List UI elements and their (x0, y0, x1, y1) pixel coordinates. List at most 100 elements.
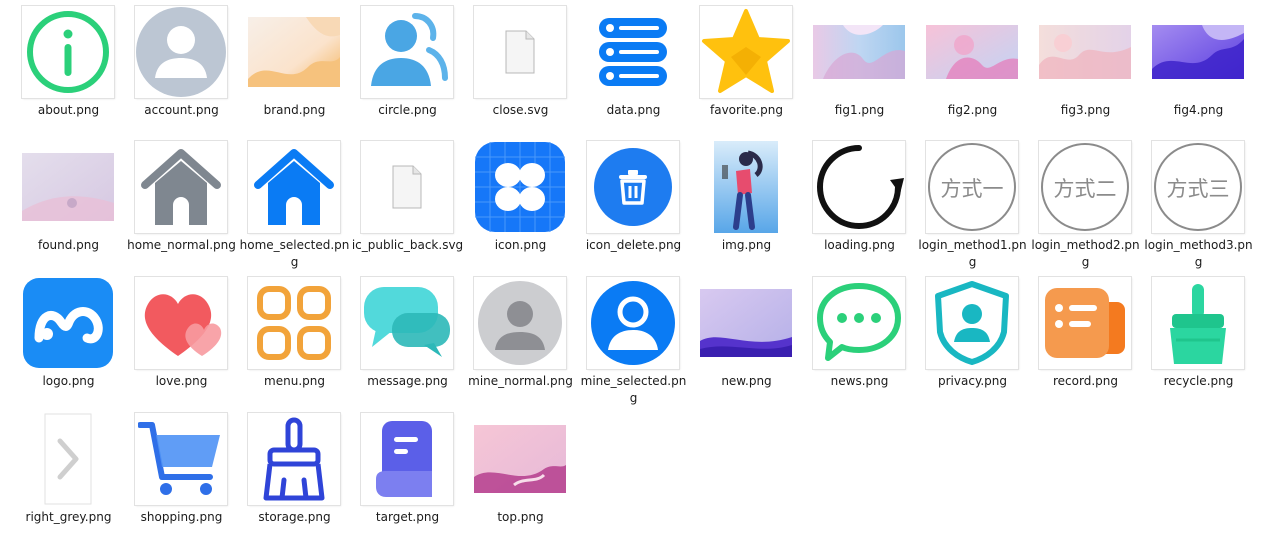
file-name: login_method1.png (918, 238, 1027, 269)
file-name: logo.png (42, 374, 95, 388)
file-name: record.png (1053, 374, 1118, 388)
login-method-icon: 方式二 (1039, 141, 1131, 233)
file-right-grey-png[interactable]: right_grey.png (12, 411, 125, 546)
file-name: fig1.png (834, 103, 885, 117)
file-icon-png[interactable]: icon.png (464, 139, 577, 275)
file-found-png[interactable]: found.png (12, 139, 125, 275)
found-image (22, 141, 114, 233)
file-close-svg[interactable]: close.svg (464, 4, 577, 139)
file-login-method3-png[interactable]: 方式三 login_method3.png (1142, 139, 1255, 275)
shopping-cart-icon (135, 413, 227, 505)
file-storage-png[interactable]: storage.png (238, 411, 351, 546)
file-name: fig3.png (1060, 103, 1111, 117)
fig-image (813, 6, 905, 98)
message-bubbles-icon (361, 277, 453, 369)
file-name: love.png (155, 374, 208, 388)
file-name: data.png (606, 103, 661, 117)
file-name: ic_public_back.svg (351, 238, 464, 252)
file-name: recycle.png (1163, 374, 1234, 388)
file-name: new.png (721, 374, 772, 388)
file-fig4-png[interactable]: fig4.png (1142, 4, 1255, 139)
loading-icon (813, 141, 905, 233)
file-recycle-png[interactable]: recycle.png (1142, 275, 1255, 411)
file-name: home_selected.png (239, 238, 350, 269)
file-row: found.png home_normal.png home_selected.… (12, 139, 1257, 275)
file-mine-selected-png[interactable]: mine_selected.png (577, 275, 690, 411)
brand-image (248, 6, 340, 98)
file-name: privacy.png (938, 374, 1007, 388)
file-name: close.svg (492, 103, 549, 117)
file-home-normal-png[interactable]: home_normal.png (125, 139, 238, 275)
file-top-png[interactable]: top.png (464, 411, 577, 546)
file-account-png[interactable]: account.png (125, 4, 238, 139)
file-message-png[interactable]: message.png (351, 275, 464, 411)
file-circle-png[interactable]: circle.png (351, 4, 464, 139)
user-blue-icon (587, 277, 679, 369)
file-mine-normal-png[interactable]: mine_normal.png (464, 275, 577, 411)
generic-file-icon (474, 6, 566, 98)
file-name: shopping.png (140, 510, 223, 524)
file-shopping-png[interactable]: shopping.png (125, 411, 238, 546)
file-name: about.png (37, 103, 100, 117)
chat-bubble-icon (813, 277, 905, 369)
file-name: target.png (375, 510, 440, 524)
file-brand-png[interactable]: brand.png (238, 4, 351, 139)
login-method-icon: 方式三 (1152, 141, 1244, 233)
logo-icon (22, 277, 114, 369)
file-name: menu.png (264, 374, 325, 388)
file-data-png[interactable]: data.png (577, 4, 690, 139)
file-fig1-png[interactable]: fig1.png (803, 4, 916, 139)
file-login-method2-png[interactable]: 方式二 login_method2.png (1029, 139, 1142, 275)
file-name: login_method2.png (1031, 238, 1140, 269)
file-home-selected-png[interactable]: home_selected.png (238, 139, 351, 275)
fig-image (926, 6, 1018, 98)
generic-file-icon (361, 141, 453, 233)
file-name: login_method3.png (1144, 238, 1253, 269)
file-name: news.png (830, 374, 889, 388)
file-name: message.png (367, 374, 448, 388)
top-image (474, 413, 566, 505)
login-method-glyph: 方式三 (1167, 177, 1230, 201)
file-row: about.png account.png brand.png circle.p… (12, 4, 1257, 139)
file-ic-public-back-svg[interactable]: ic_public_back.svg (351, 139, 464, 275)
file-new-png[interactable]: new.png (690, 275, 803, 411)
file-img-png[interactable]: img.png (690, 139, 803, 275)
file-name: home_normal.png (127, 238, 236, 252)
file-menu-png[interactable]: menu.png (238, 275, 351, 411)
home-blue-icon (248, 141, 340, 233)
broom-icon (1152, 277, 1244, 369)
file-logo-png[interactable]: logo.png (12, 275, 125, 411)
file-name: fig2.png (947, 103, 998, 117)
file-name: loading.png (824, 238, 895, 252)
new-image (700, 277, 792, 369)
fig-image (1152, 6, 1244, 98)
file-name: icon.png (494, 238, 547, 252)
file-loading-png[interactable]: loading.png (803, 139, 916, 275)
file-name: right_grey.png (25, 510, 112, 524)
file-news-png[interactable]: news.png (803, 275, 916, 411)
file-name: img.png (721, 238, 772, 252)
home-grey-icon (135, 141, 227, 233)
login-method-icon: 方式一 (926, 141, 1018, 233)
file-record-png[interactable]: record.png (1029, 275, 1142, 411)
database-icon (587, 6, 679, 98)
file-name: mine_selected.png (580, 374, 687, 405)
file-row: right_grey.png shopping.png storage.png … (12, 411, 1257, 546)
shield-user-icon (926, 277, 1018, 369)
file-privacy-png[interactable]: privacy.png (916, 275, 1029, 411)
file-fig2-png[interactable]: fig2.png (916, 4, 1029, 139)
file-target-png[interactable]: target.png (351, 411, 464, 546)
file-name: favorite.png (709, 103, 784, 117)
file-icon-delete-png[interactable]: icon_delete.png (577, 139, 690, 275)
file-fig3-png[interactable]: fig3.png (1029, 4, 1142, 139)
login-method-glyph: 方式二 (1054, 177, 1117, 201)
file-login-method1-png[interactable]: 方式一 login_method1.png (916, 139, 1029, 275)
file-name: icon_delete.png (585, 238, 682, 252)
file-about-png[interactable]: about.png (12, 4, 125, 139)
file-name: found.png (37, 238, 100, 252)
woman-illustration-image (700, 141, 792, 233)
fig-image (1039, 6, 1131, 98)
file-love-png[interactable]: love.png (125, 275, 238, 411)
record-list-icon (1039, 277, 1131, 369)
file-favorite-png[interactable]: favorite.png (690, 4, 803, 139)
